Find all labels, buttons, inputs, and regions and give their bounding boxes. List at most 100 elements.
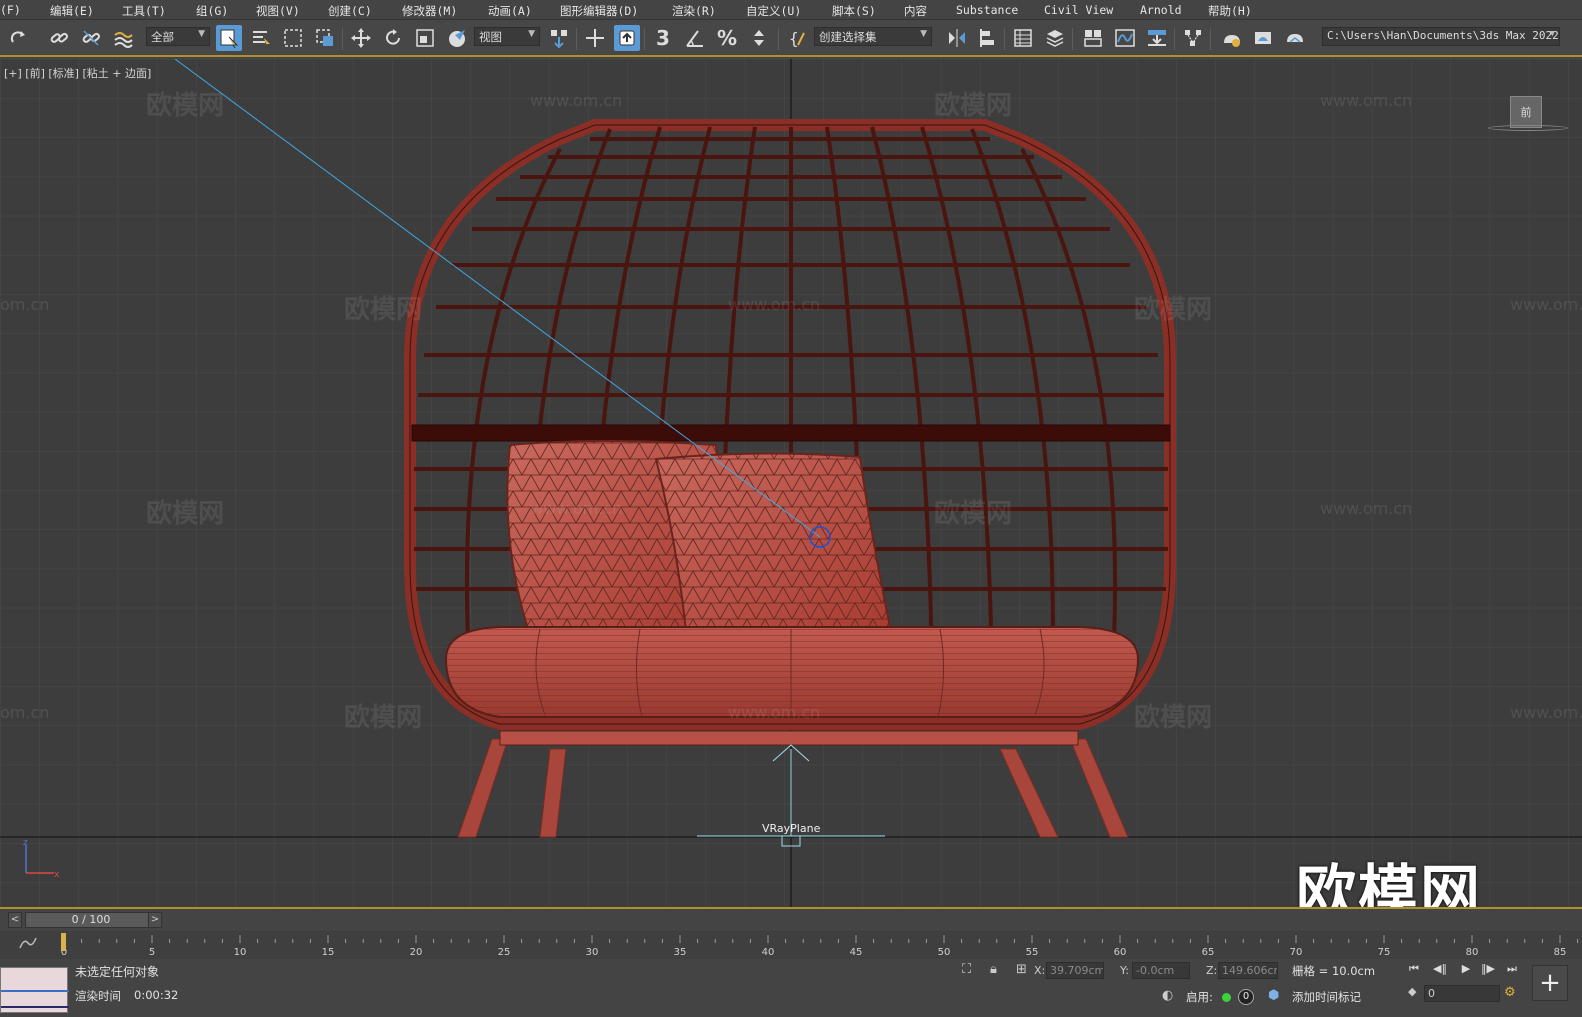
- watermark-url: www.om.cn: [1510, 703, 1582, 722]
- bind-space-warp-icon[interactable]: [110, 25, 136, 51]
- keyboard-shortcut-override-icon[interactable]: [614, 25, 640, 51]
- adaptive-degradation-icon[interactable]: ◐: [1162, 988, 1173, 1003]
- menu-create[interactable]: 创建(C): [328, 3, 372, 19]
- selection-filter-dropdown[interactable]: 全部 ▼: [146, 27, 210, 46]
- isolate-selection-icon[interactable]: ⛶: [962, 962, 971, 977]
- menu-animation[interactable]: 动画(A): [488, 3, 532, 19]
- previous-frame-icon[interactable]: ◀‖: [1430, 962, 1450, 979]
- menu-tools[interactable]: 工具(T): [122, 3, 166, 19]
- render-production-icon[interactable]: [1282, 25, 1308, 51]
- mirror-icon[interactable]: [944, 25, 970, 51]
- status-bar: 未选定任何对象 渲染时间 0:00:32 ⛶ 🔒︎ ⊞ X: 39.709cm …: [0, 959, 1582, 1017]
- ruler-tick-label: 20: [410, 947, 423, 958]
- menu-rendering[interactable]: 渲染(R): [672, 3, 716, 19]
- y-coord-field[interactable]: -0.0cm: [1132, 962, 1190, 979]
- watermark-url: www.om.cn: [530, 499, 623, 518]
- link-icon[interactable]: [46, 25, 72, 51]
- menu-scripting[interactable]: 脚本(S): [832, 3, 876, 19]
- selection-lock-icon[interactable]: 🔒︎: [990, 962, 997, 977]
- layer-explorer-icon[interactable]: [1042, 25, 1068, 51]
- ruler-tick-label: 15: [322, 947, 335, 958]
- placement-icon[interactable]: [444, 25, 470, 51]
- render-time-value: 0:00:32: [134, 988, 179, 1002]
- absolute-transform-icon[interactable]: ⊞: [1016, 962, 1027, 977]
- maxscript-listener[interactable]: [0, 967, 69, 1013]
- time-slider[interactable]: < 0 / 100 >: [0, 907, 1582, 931]
- snaps-toggle-icon[interactable]: 3: [650, 25, 676, 51]
- x-coord-field[interactable]: 39.709cm: [1046, 962, 1104, 979]
- viewport-label[interactable]: [+] [前] [标准] [粘土 + 边面]: [4, 65, 151, 81]
- percent-snap-icon[interactable]: %: [714, 25, 740, 51]
- y-coord-label: Y:: [1120, 964, 1129, 977]
- pivot-center-icon[interactable]: [546, 25, 572, 51]
- select-by-name-icon[interactable]: [248, 25, 274, 51]
- vray-plane-label: VRayPlane: [762, 822, 821, 835]
- reference-coordinate-dropdown[interactable]: 视图 ▼: [474, 27, 540, 46]
- rotate-icon[interactable]: [380, 25, 406, 51]
- spinner-snap-icon[interactable]: [746, 25, 772, 51]
- scene-explorer-icon[interactable]: [1010, 25, 1036, 51]
- create-panel-plus-icon[interactable]: +: [1532, 965, 1568, 1001]
- menu-bar: (F) 编辑(E) 工具(T) 组(G) 视图(V) 创建(C) 修改器(M) …: [0, 0, 1582, 20]
- viewport-canvas[interactable]: z x: [0, 59, 1582, 907]
- track-bar[interactable]: 0 5 10 15 20 25 30 35 40 45 50 55 60 65 70 75 80 85: [0, 931, 1582, 959]
- time-configuration-icon[interactable]: ⚙: [1504, 985, 1516, 1000]
- time-slider-next-button[interactable]: >: [148, 912, 162, 928]
- ruler-tick-label: 85: [1554, 947, 1567, 958]
- ruler-tick-label: 5: [149, 947, 155, 958]
- watermark-url: www.om.cn: [1510, 295, 1582, 314]
- material-editor-icon[interactable]: [1180, 25, 1206, 51]
- menu-graph-editors[interactable]: 图形编辑器(D): [560, 3, 638, 19]
- current-frame-field[interactable]: 0: [1424, 985, 1500, 1002]
- menu-content[interactable]: 内容: [904, 3, 927, 19]
- next-frame-icon[interactable]: ‖▶: [1478, 962, 1498, 979]
- watermark: 欧模网: [146, 91, 225, 121]
- time-tag-icon[interactable]: ⬢: [1268, 988, 1279, 1003]
- named-selection-dropdown[interactable]: 创建选择集 ▼: [814, 27, 932, 46]
- key-mode-icon[interactable]: ◆: [1408, 985, 1416, 998]
- unlink-icon[interactable]: [78, 25, 104, 51]
- watermark: 欧模网: [1134, 295, 1213, 325]
- menu-modifiers[interactable]: 修改器(M): [402, 3, 457, 19]
- menu-help[interactable]: 帮助(H): [1208, 3, 1252, 19]
- toggle-ribbon-icon[interactable]: [1080, 25, 1106, 51]
- menu-group[interactable]: 组(G): [196, 3, 228, 19]
- angle-snap-icon[interactable]: [682, 25, 708, 51]
- curve-editor-icon[interactable]: [1112, 25, 1138, 51]
- select-manipulate-icon[interactable]: [582, 25, 608, 51]
- project-path-dropdown[interactable]: C:\Users\Han\Documents\3ds Max 2022 ▼: [1322, 27, 1560, 46]
- menu-civil-view[interactable]: Civil View: [1044, 3, 1113, 17]
- ruler-tick-label: 65: [1202, 947, 1215, 958]
- rendered-frame-window-icon[interactable]: [1250, 25, 1276, 51]
- play-icon[interactable]: ▶: [1456, 962, 1476, 979]
- rectangular-selection-icon[interactable]: [280, 25, 306, 51]
- menu-arnold[interactable]: Arnold: [1140, 3, 1182, 17]
- edit-named-selection-icon[interactable]: {: [784, 25, 810, 51]
- menu-file[interactable]: (F): [0, 3, 21, 17]
- schematic-view-icon[interactable]: [1144, 25, 1170, 51]
- menu-views[interactable]: 视图(V): [256, 3, 300, 19]
- viewcube-compass-ring[interactable]: [1488, 125, 1568, 131]
- select-object-icon[interactable]: [216, 25, 242, 51]
- svg-text:x: x: [54, 870, 60, 880]
- watermark: 欧模网: [146, 499, 225, 529]
- menu-substance[interactable]: Substance: [956, 3, 1018, 17]
- time-slider-prev-button[interactable]: <: [8, 912, 22, 928]
- go-to-start-icon[interactable]: ⏮: [1404, 962, 1424, 979]
- add-time-tag-button[interactable]: 添加时间标记: [1292, 989, 1361, 1005]
- time-slider-thumb[interactable]: 0 / 100: [25, 912, 157, 928]
- z-coord-field[interactable]: 149.606cm: [1218, 962, 1278, 979]
- menu-customize[interactable]: 自定义(U): [746, 3, 801, 19]
- front-viewport[interactable]: z x [+] [前] [标准] [粘土 + 边面] 欧模网 欧模网 欧模网 欧…: [0, 59, 1582, 907]
- viewcube[interactable]: 前: [1510, 96, 1542, 128]
- z-coord-label: Z:: [1206, 964, 1218, 977]
- scale-icon[interactable]: [412, 25, 438, 51]
- window-crossing-icon[interactable]: [312, 25, 338, 51]
- align-icon[interactable]: [976, 25, 1002, 51]
- redo-icon[interactable]: [6, 25, 32, 51]
- menu-edit[interactable]: 编辑(E): [50, 3, 94, 19]
- go-to-end-icon[interactable]: ⏭: [1502, 962, 1522, 979]
- render-setup-icon[interactable]: [1218, 25, 1244, 51]
- move-icon[interactable]: [348, 25, 374, 51]
- frame-ruler[interactable]: 0 5 10 15 20 25 30 35 40 45 50 55 60 65 70 75 80 85: [0, 931, 1582, 959]
